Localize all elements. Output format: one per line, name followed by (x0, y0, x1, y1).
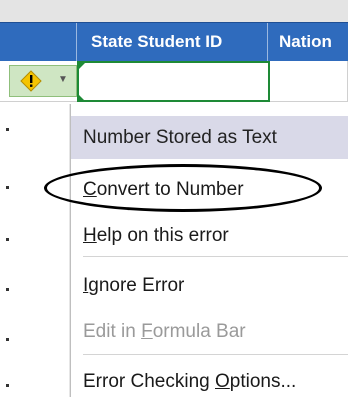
menu-item-help-on-error[interactable]: Help on this error (71, 214, 348, 258)
menu-item-error-checking-options[interactable]: Error Checking Options... (71, 360, 348, 404)
row-marker (6, 338, 9, 341)
header-blank-cell (0, 23, 77, 61)
menu-title-number-stored-as-text: Number Stored as Text (71, 116, 348, 159)
error-indicator-top (79, 63, 85, 69)
selected-cell[interactable] (77, 61, 270, 102)
header-state-student-id[interactable]: State Student ID (77, 23, 268, 61)
error-indicator-bottom (79, 95, 85, 101)
row-marker (6, 238, 9, 241)
row-marker (6, 288, 9, 291)
menu-item-ignore-error[interactable]: Ignore Error (71, 264, 348, 308)
row-marker (6, 186, 9, 189)
toolbar-strip (0, 0, 348, 23)
highlight-oval-annotation (44, 164, 322, 212)
column-header-row: State Student ID Nation (0, 22, 348, 62)
menu-item-edit-in-formula-bar: Edit in Formula Bar (83, 321, 246, 342)
nation-cell[interactable] (270, 61, 348, 101)
menu-separator (83, 354, 348, 355)
warning-diamond-icon (20, 70, 42, 92)
error-context-menu: Number Stored as Text Convert to Number … (70, 104, 348, 397)
header-nation[interactable]: Nation (269, 23, 348, 61)
row-marker (6, 384, 9, 387)
row-marker (6, 128, 9, 131)
chevron-down-icon: ▼ (58, 74, 68, 85)
menu-separator (83, 256, 348, 257)
error-smart-tag-button[interactable]: ▼ (9, 65, 77, 97)
